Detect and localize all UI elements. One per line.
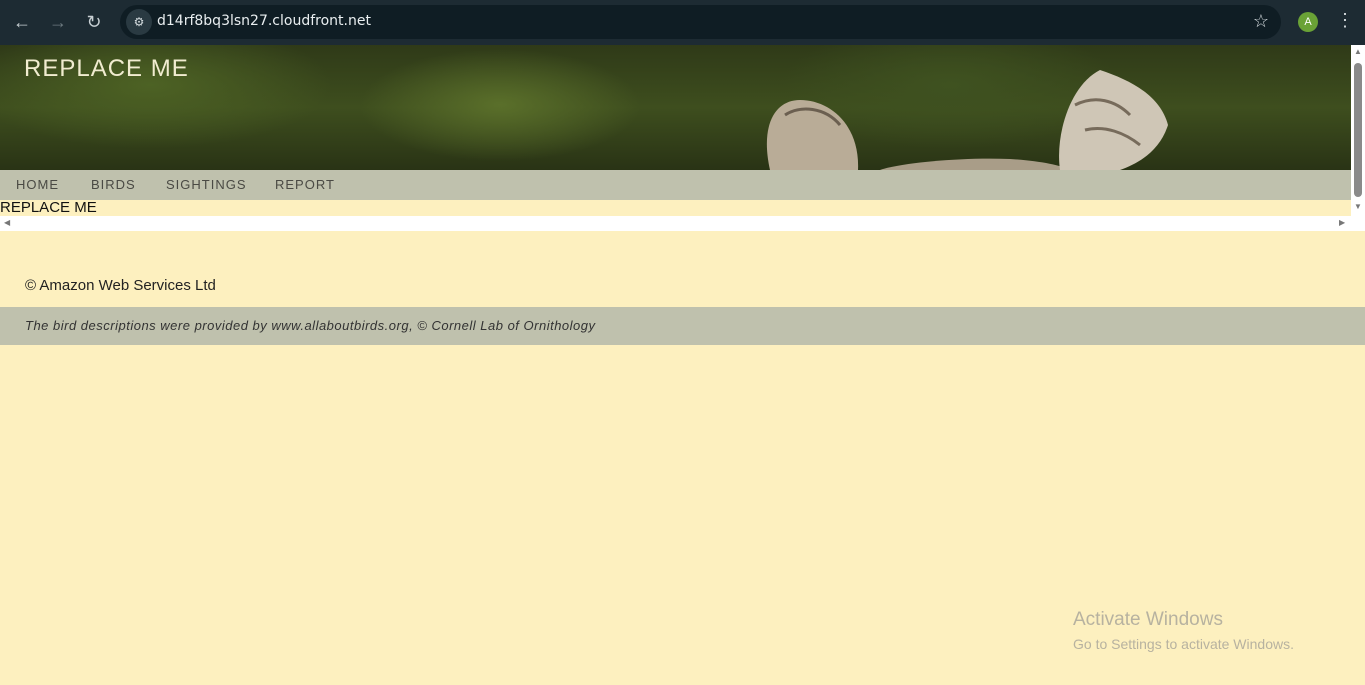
embedded-frame: REPLACE ME HOME BIRDS SIGHTINGS REPORT R… [0,45,1365,231]
scroll-down-icon[interactable]: ▼ [1354,202,1362,211]
scroll-up-icon[interactable]: ▲ [1354,47,1362,56]
activate-windows-title: Activate Windows [1073,609,1223,630]
back-icon[interactable]: ← [10,10,34,34]
browser-menu-icon[interactable]: ⋮ [1336,10,1354,31]
profile-avatar[interactable]: A [1298,12,1318,32]
forward-icon[interactable]: → [46,10,70,34]
activate-windows-subtitle: Go to Settings to activate Windows. [1073,636,1294,652]
main-nav: HOME BIRDS SIGHTINGS REPORT [0,170,1351,200]
scroll-left-icon[interactable]: ◀ [4,218,10,227]
site-title: REPLACE ME [24,55,189,82]
reload-icon[interactable]: ↻ [82,10,106,34]
page-viewport: REPLACE ME HOME BIRDS SIGHTINGS REPORT R… [0,45,1365,685]
nav-home[interactable]: HOME [16,177,59,192]
credit-text: The bird descriptions were provided by w… [25,318,596,333]
vertical-scrollbar[interactable]: ▲ ▼ [1351,45,1365,216]
site-info-icon[interactable]: ⚙ [126,9,152,35]
browser-toolbar: ← → ↻ ⚙ d14rf8bq3lsn27.cloudfront.net ☆ … [0,0,1365,45]
content-placeholder: REPLACE ME [0,199,97,216]
scrollbar-thumb[interactable] [1354,63,1362,197]
horizontal-scrollbar[interactable]: ◀ ▶ [0,216,1365,231]
credit-bar: The bird descriptions were provided by w… [0,307,1365,345]
nav-report[interactable]: REPORT [275,177,335,192]
nav-sightings[interactable]: SIGHTINGS [166,177,247,192]
bird-image [766,70,1168,170]
bookmark-star-icon[interactable]: ☆ [1253,11,1269,32]
address-bar[interactable]: ⚙ d14rf8bq3lsn27.cloudfront.net ☆ [120,5,1281,39]
nav-birds[interactable]: BIRDS [91,177,136,192]
hero-banner: REPLACE ME [0,45,1351,170]
copyright-text: © Amazon Web Services Ltd [25,277,216,294]
url-text[interactable]: d14rf8bq3lsn27.cloudfront.net [157,13,371,29]
scroll-right-icon[interactable]: ▶ [1339,218,1345,227]
